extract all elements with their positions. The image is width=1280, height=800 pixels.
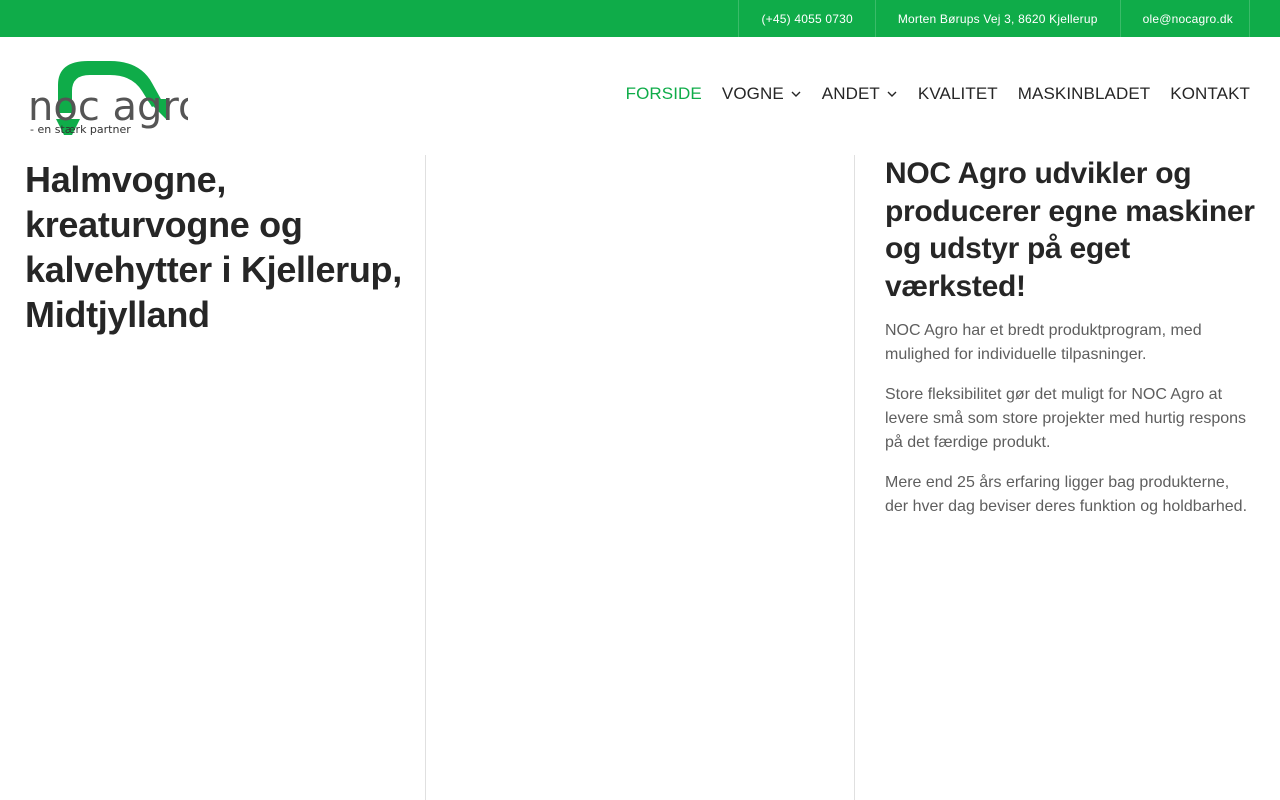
middle-column bbox=[425, 155, 855, 800]
site-logo[interactable]: noc agro - en stærk partner bbox=[28, 55, 188, 137]
nav-item-label: VOGNE bbox=[721, 84, 784, 103]
nav-item-forside[interactable]: FORSIDE bbox=[626, 84, 702, 104]
top-contact-bar: (+45) 4055 0730 Morten Børups Vej 3, 862… bbox=[0, 0, 1280, 37]
intro-paragraph: Mere end 25 års erfaring ligger bag prod… bbox=[885, 474, 1248, 515]
nav-item-maskinbladet[interactable]: MASKINBLADET bbox=[1018, 84, 1151, 104]
nav-item-andet[interactable]: ANDET bbox=[822, 84, 898, 104]
nav-item-kontakt[interactable]: KONTAKT bbox=[1170, 84, 1250, 104]
nav-item-label: MASKINBLADET bbox=[1017, 84, 1151, 103]
topbar-phone[interactable]: (+45) 4055 0730 bbox=[739, 0, 876, 37]
logo-tagline: - en stærk partner bbox=[30, 123, 131, 136]
nav-item-label: FORSIDE bbox=[625, 84, 702, 103]
nav-item-label: KONTAKT bbox=[1170, 84, 1250, 103]
intro-heading: NOC Agro udvikler og producerer egne mas… bbox=[885, 157, 1255, 303]
intro-paragraph: NOC Agro har et bredt produktprogram, me… bbox=[885, 322, 1202, 363]
page-title: Halmvogne, kreaturvogne og kalvehytter i… bbox=[25, 159, 402, 335]
right-column: NOC Agro udvikler og producerer egne mas… bbox=[885, 155, 1255, 800]
site-header: noc agro - en stærk partner FORSIDE VOGN… bbox=[0, 37, 1280, 155]
main-content: Halmvogne, kreaturvogne og kalvehytter i… bbox=[0, 155, 1280, 800]
nav-item-vogne[interactable]: VOGNE bbox=[722, 84, 802, 104]
topbar-address[interactable]: Morten Børups Vej 3, 8620 Kjellerup bbox=[876, 0, 1121, 37]
intro-paragraph: Store fleksibilitet gør det muligt for N… bbox=[885, 386, 1247, 451]
main-navigation: FORSIDE VOGNE ANDET KVALITET MASKINBLADE… bbox=[626, 84, 1250, 104]
nav-item-label: ANDET bbox=[821, 84, 880, 103]
nav-item-label: KVALITET bbox=[917, 84, 998, 103]
left-column: Halmvogne, kreaturvogne og kalvehytter i… bbox=[25, 155, 425, 800]
nav-item-kvalitet[interactable]: KVALITET bbox=[918, 84, 998, 104]
chevron-down-icon bbox=[791, 91, 801, 97]
chevron-down-icon bbox=[887, 91, 897, 97]
top-contact-items: (+45) 4055 0730 Morten Børups Vej 3, 862… bbox=[738, 0, 1250, 37]
green-arc-logo-icon: noc agro - en stærk partner bbox=[28, 61, 188, 136]
topbar-email[interactable]: ole@nocagro.dk bbox=[1121, 0, 1250, 37]
